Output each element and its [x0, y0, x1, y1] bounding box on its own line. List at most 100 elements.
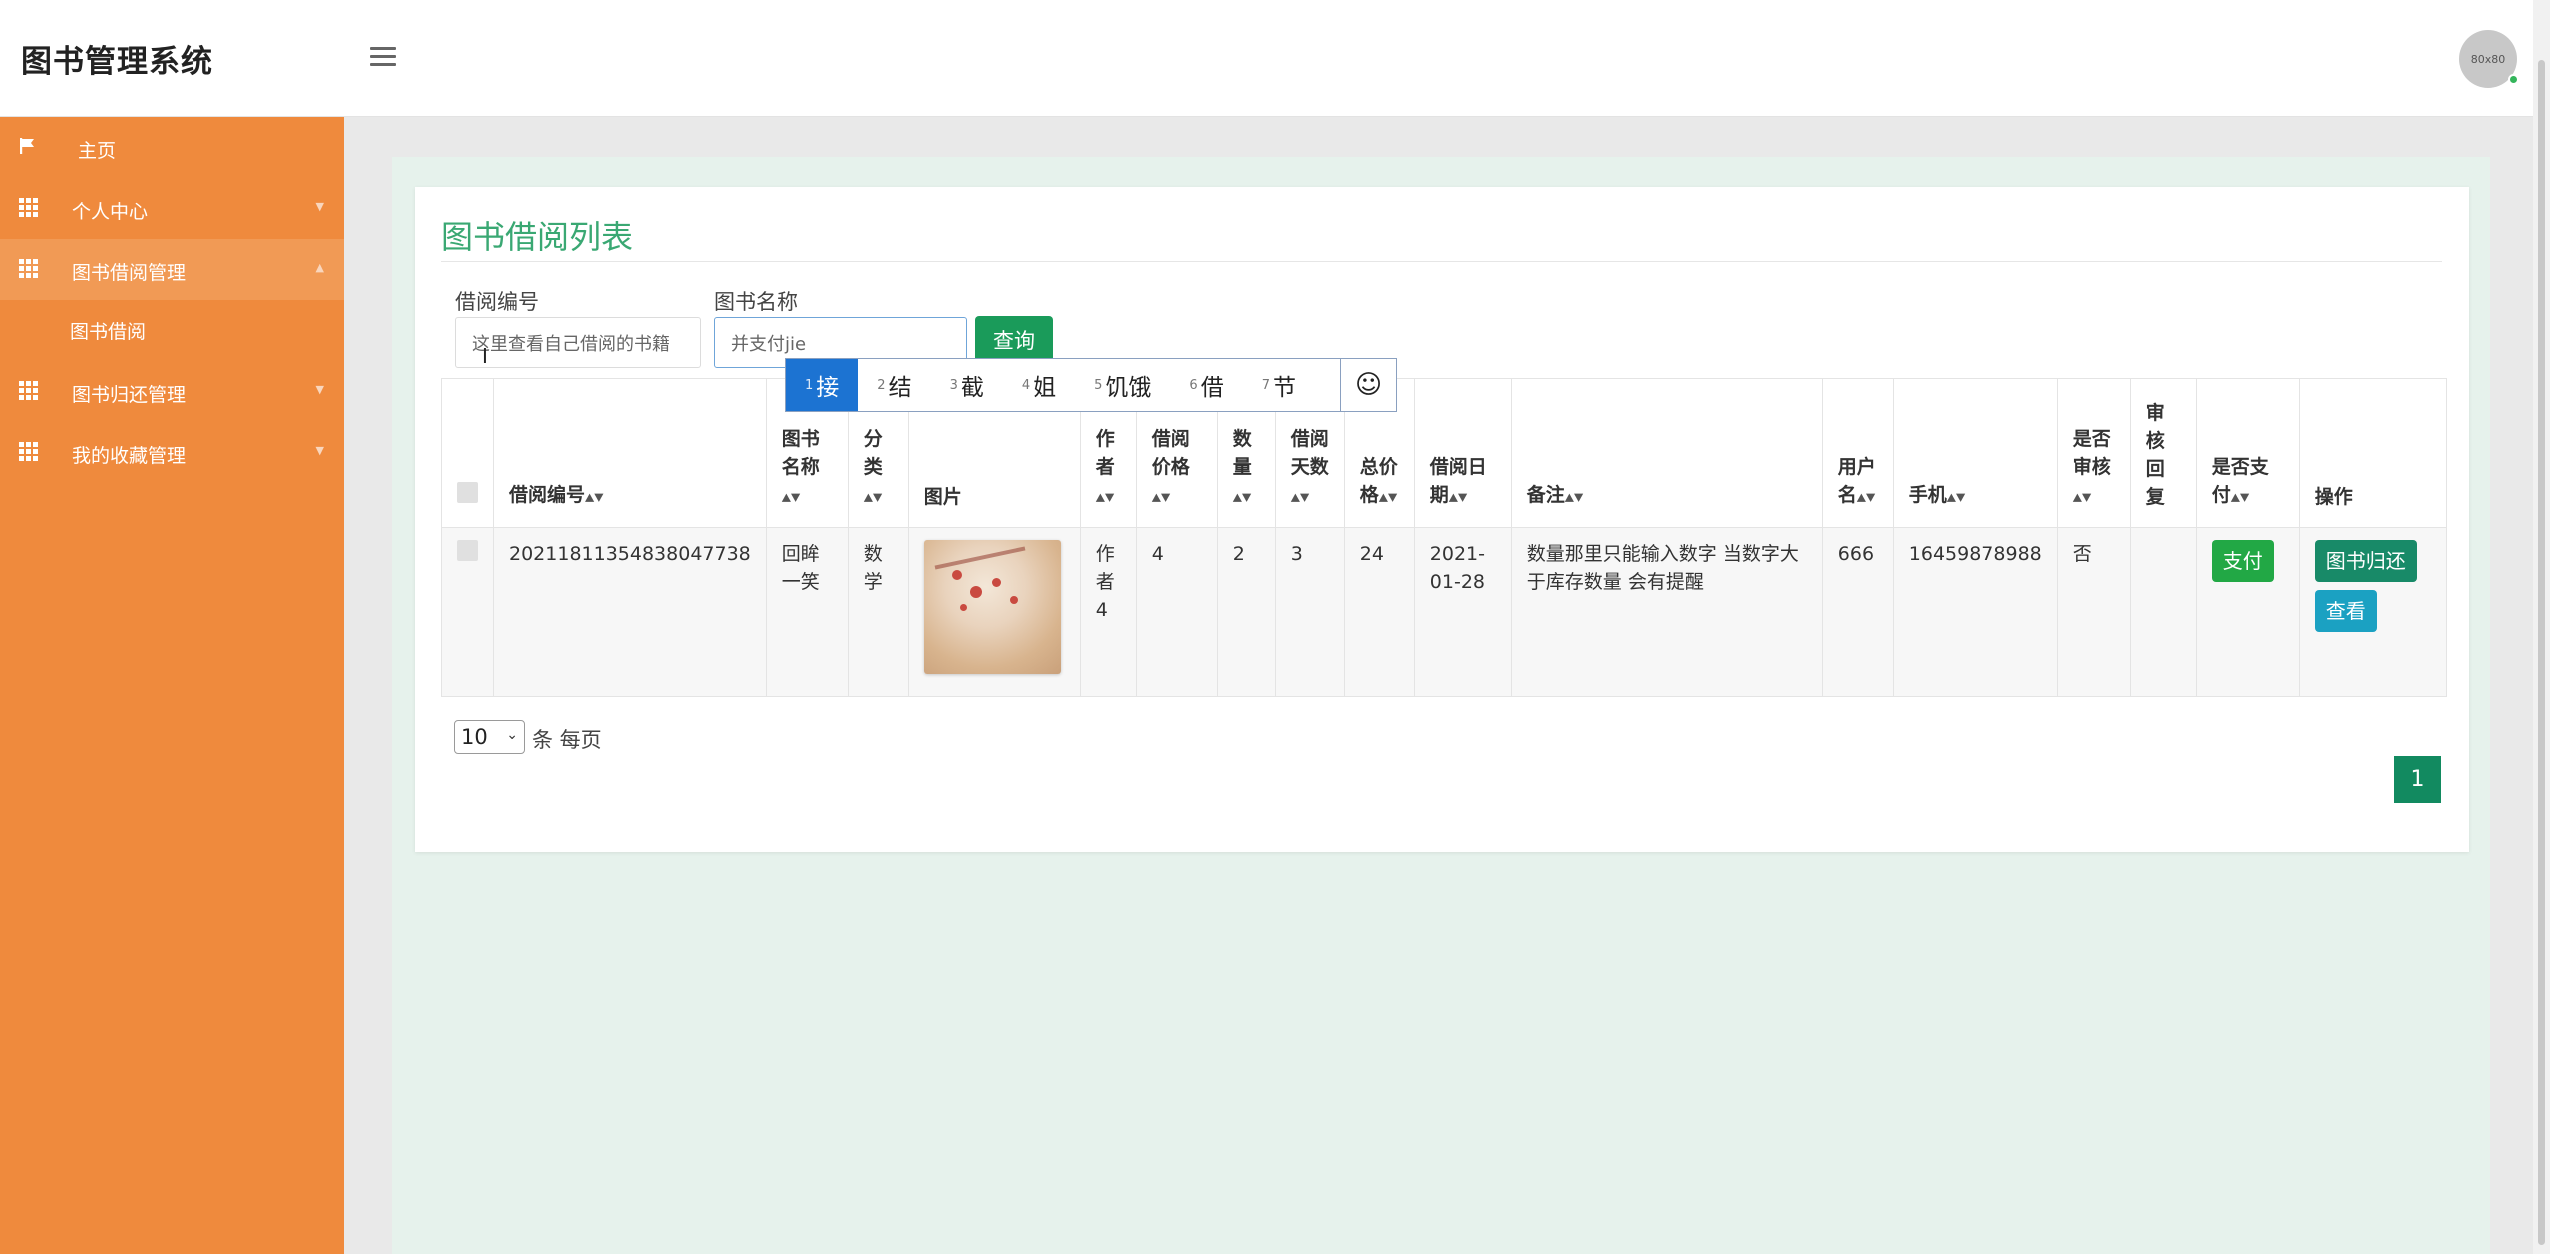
sort-icon: ▲▼ — [781, 490, 801, 504]
header-label: 借阅天数 — [1290, 428, 1329, 478]
candidate-text: 截 — [960, 375, 984, 401]
ime-candidate[interactable]: 4姐 — [1003, 359, 1075, 411]
header-label: 审核回复 — [2145, 402, 2165, 508]
view-button[interactable]: 查看 — [2314, 590, 2377, 632]
grid-icon — [19, 198, 38, 217]
th-borrow-no[interactable]: 借阅编号▲▼ — [493, 378, 767, 528]
sidebar-item-home[interactable]: 主页 — [0, 117, 344, 178]
ime-candidate[interactable]: 2结 — [858, 359, 930, 411]
ime-candidate[interactable]: 3截 — [931, 359, 1003, 411]
candidate-number: 4 — [1021, 377, 1031, 393]
th-phone[interactable]: 手机▲▼ — [1892, 378, 2058, 528]
ime-candidate[interactable]: 5 饥饿 — [1075, 359, 1170, 411]
table-row: 20211811354838047738 回眸一笑 数学 作者4 4 2 3 2… — [441, 527, 2447, 697]
title-divider — [441, 261, 2442, 262]
return-book-button[interactable]: 图书归还 — [2314, 540, 2417, 582]
candidate-number: 1 — [805, 377, 814, 393]
grid-icon — [19, 381, 38, 400]
header-label: 备注 — [1526, 484, 1565, 506]
page-size-value: 10 — [461, 725, 488, 749]
sidebar-item-label: 图书借阅管理 — [72, 262, 187, 284]
borrow-no-label: 借阅编号 — [455, 290, 539, 314]
header-label: 图书名称 — [781, 428, 820, 478]
ime-candidate-bar: 1接 2结 3截 4姐 5 饥饿 6借 7节 ☺ — [785, 358, 1397, 412]
header-label: 是否审核 — [2072, 428, 2111, 478]
emoji-icon[interactable]: ☺ — [1340, 359, 1396, 411]
th-date[interactable]: 借阅日期▲▼ — [1413, 378, 1512, 528]
th-actions: 操作 — [2298, 378, 2447, 528]
sidebar-item-borrow-management[interactable]: 图书借阅管理 ▲ — [0, 239, 344, 300]
cell-audited: 否 — [2056, 527, 2131, 697]
borrow-no-input[interactable]: 这里查看自己借阅的书籍 — [455, 317, 701, 368]
sidebar-item-label: 主页 — [78, 140, 117, 162]
grid-icon — [19, 442, 38, 461]
th-paid[interactable]: 是否支付▲▼ — [2195, 378, 2300, 528]
sort-icon: ▲▼ — [1564, 490, 1584, 504]
scrollbar-thumb[interactable] — [2538, 60, 2545, 1245]
ime-candidate[interactable]: 7节 — [1243, 359, 1315, 411]
sidebar-item-favorites-management[interactable]: 我的收藏管理 ▼ — [0, 422, 344, 483]
chevron-down-icon: ▼ — [315, 383, 324, 396]
th-username[interactable]: 用户名▲▼ — [1821, 378, 1894, 528]
select-all-cell — [441, 378, 494, 528]
cell-days: 3 — [1274, 527, 1345, 697]
chevron-up-icon: ▲ — [315, 261, 324, 274]
sidebar-item-label: 个人中心 — [72, 201, 149, 223]
candidate-number: 6 — [1189, 377, 1198, 393]
sort-icon: ▲▼ — [1448, 490, 1468, 504]
book-cover-image — [923, 540, 1061, 674]
candidate-text: 节 — [1272, 375, 1296, 401]
cell-borrow-no: 20211811354838047738 — [493, 527, 767, 697]
cell-phone: 16459878988 — [1892, 527, 2058, 697]
th-remark[interactable]: 备注▲▼ — [1510, 378, 1823, 528]
candidate-text: 借 — [1200, 375, 1224, 401]
ime-candidate[interactable]: 1接 — [786, 359, 859, 411]
ime-candidate[interactable]: 6借 — [1170, 359, 1242, 411]
search-button[interactable]: 查询 — [975, 316, 1053, 364]
app-title: 图书管理系统 — [21, 44, 213, 80]
candidate-text: 结 — [888, 375, 912, 401]
flag-icon — [19, 137, 37, 155]
row-checkbox[interactable] — [457, 540, 478, 561]
sidebar-item-profile[interactable]: 个人中心 ▼ — [0, 178, 344, 239]
candidate-text: 饥饿 — [1105, 375, 1152, 401]
sort-icon: ▲▼ — [1232, 490, 1252, 504]
sidebar-subitem-borrow[interactable]: 图书借阅 — [0, 300, 344, 361]
header-label: 手机 — [1908, 484, 1947, 506]
header-label: 作者 — [1095, 428, 1115, 478]
sort-icon: ▲▼ — [1856, 490, 1876, 504]
candidate-number: 7 — [1261, 377, 1270, 393]
page-size-select[interactable]: 10 ⌄ — [454, 720, 525, 754]
cell-username: 666 — [1821, 527, 1894, 697]
sidebar-item-return-management[interactable]: 图书归还管理 ▼ — [0, 361, 344, 422]
sort-icon: ▲▼ — [2072, 490, 2092, 504]
cell-price: 4 — [1135, 527, 1218, 697]
grid-icon — [19, 259, 38, 278]
candidate-number: 3 — [949, 377, 958, 393]
sort-icon: ▲▼ — [1290, 490, 1310, 504]
select-all-checkbox[interactable] — [457, 482, 478, 503]
scrollbar[interactable] — [2533, 0, 2550, 1254]
cell-paid: 支付 — [2195, 527, 2300, 697]
cell-quantity: 2 — [1216, 527, 1276, 697]
th-audited[interactable]: 是否审核 ▲▼ — [2056, 378, 2131, 528]
borrow-table: 借阅编号▲▼ 图书名称 ▲▼ 分类 ▲▼ 图片 作者 ▲▼ 借阅价格 ▲▼ 数量 ▲▼ 借… — [441, 378, 2447, 697]
page-button[interactable]: 1 — [2394, 756, 2441, 803]
sort-icon: ▲▼ — [585, 490, 604, 504]
sort-icon: ▲▼ — [1946, 490, 1966, 504]
page-title: 图书借阅列表 — [441, 218, 634, 256]
row-select-cell — [441, 527, 494, 697]
candidate-text: 姐 — [1033, 375, 1057, 401]
cell-audit-reply — [2129, 527, 2197, 697]
sort-icon: ▲▼ — [863, 490, 883, 504]
cell-total: 24 — [1343, 527, 1415, 697]
chevron-down-icon: ▼ — [315, 444, 324, 457]
cell-category: 数学 — [847, 527, 909, 697]
header-label: 操作 — [2314, 486, 2353, 508]
menu-toggle-icon[interactable] — [370, 47, 396, 67]
online-status-dot — [2508, 74, 2519, 85]
table-header-row: 借阅编号▲▼ 图书名称 ▲▼ 分类 ▲▼ 图片 作者 ▲▼ 借阅价格 ▲▼ 数量 ▲▼ 借… — [441, 378, 2447, 528]
header-label: 借阅编号 — [509, 484, 586, 506]
pay-button[interactable]: 支付 — [2211, 540, 2274, 582]
book-name-label: 图书名称 — [714, 290, 798, 314]
